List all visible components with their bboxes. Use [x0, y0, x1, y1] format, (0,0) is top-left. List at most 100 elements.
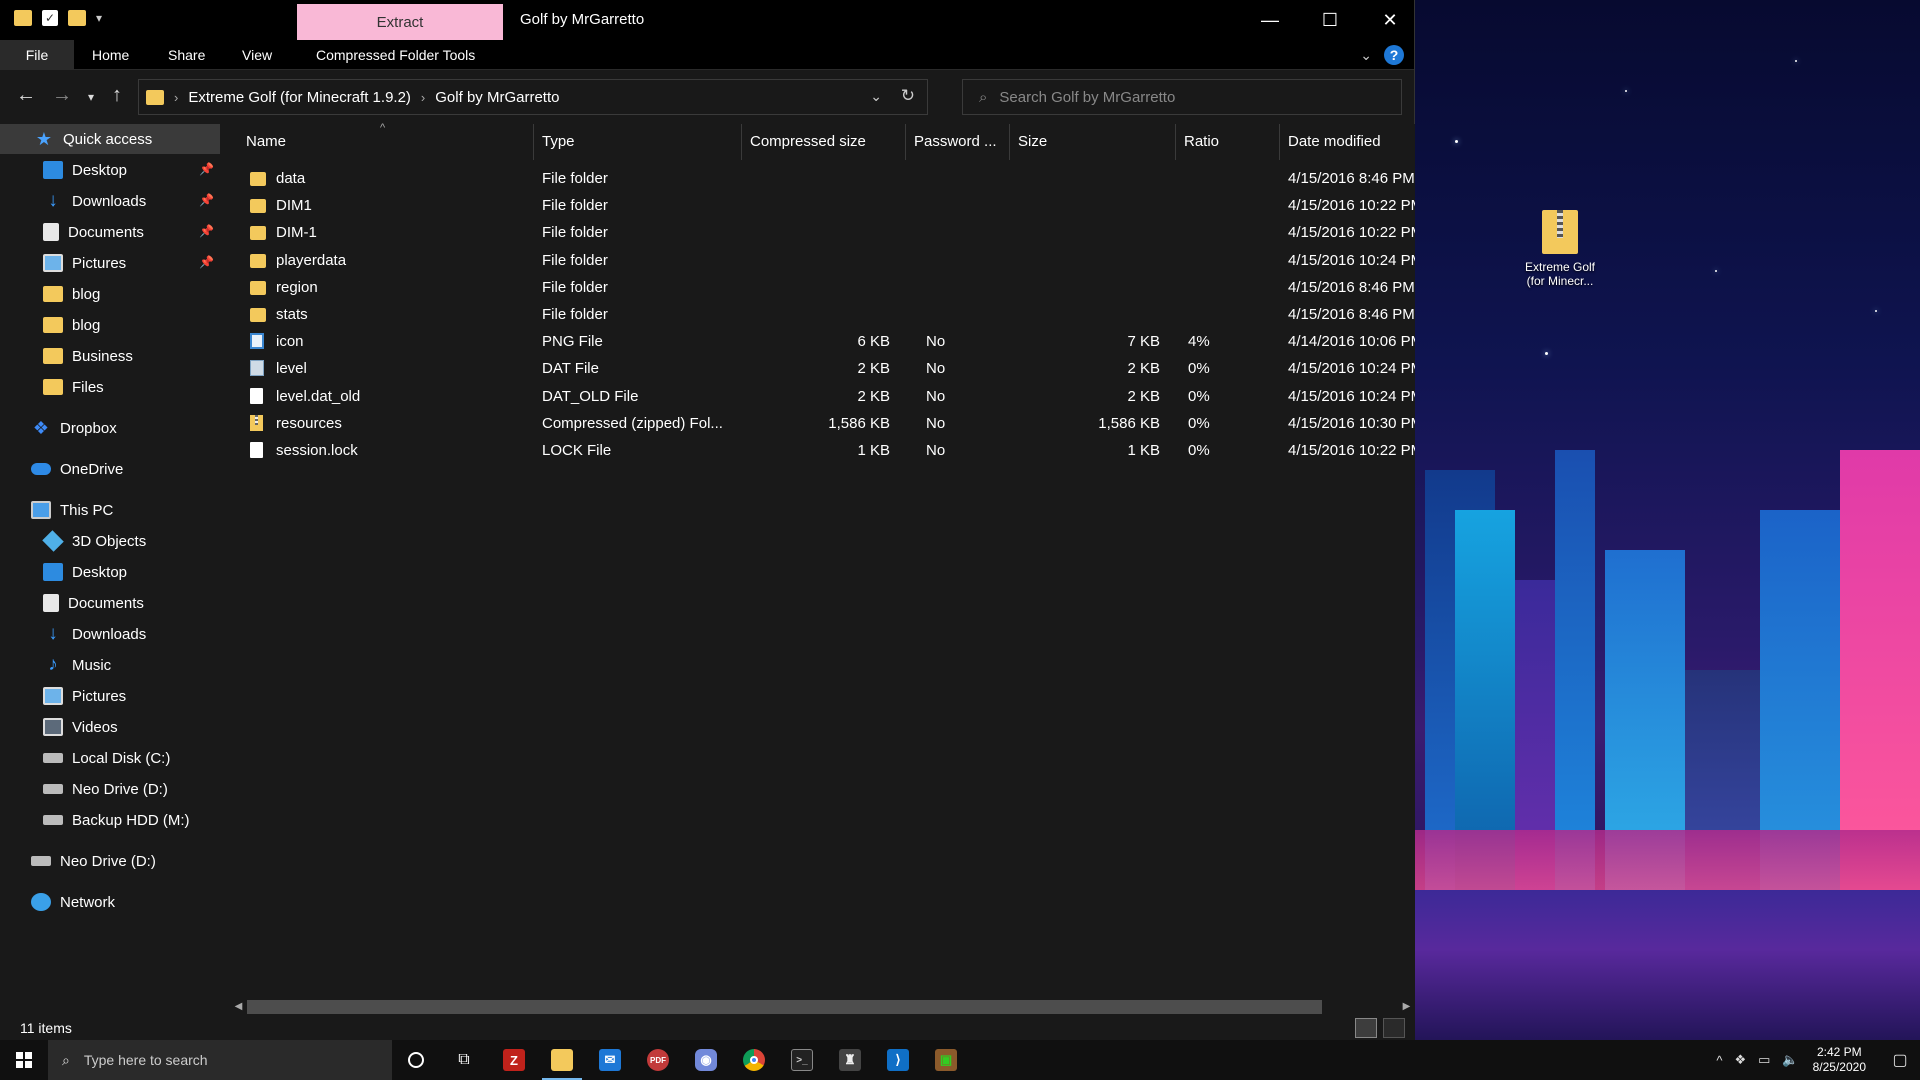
desktop-zip-icon[interactable]: Extreme Golf (for Minecr... — [1515, 210, 1605, 288]
taskbar-app-chrome[interactable] — [730, 1040, 778, 1080]
close-button[interactable]: ✕ — [1360, 0, 1420, 40]
tab-view[interactable]: View — [224, 40, 290, 70]
column-header-password[interactable]: Password ... — [906, 124, 1010, 160]
address-dropdown-icon[interactable]: ⌄ — [870, 88, 882, 105]
new-folder-icon[interactable] — [68, 10, 86, 26]
file-date-modified: 4/15/2016 8:46 PM — [1288, 170, 1415, 187]
taskbar-app-discord[interactable]: ◉ — [682, 1040, 730, 1080]
tab-compressed-folder-tools[interactable]: Compressed Folder Tools — [298, 40, 493, 70]
table-row[interactable]: DIM-1 File folder 4/15/2016 10:22 PM — [222, 219, 1415, 246]
clock[interactable]: 2:42 PM 8/25/2020 — [1813, 1045, 1866, 1075]
pin-icon[interactable]: 📌 — [199, 255, 214, 269]
large-icons-view-button[interactable] — [1383, 1018, 1405, 1038]
properties-icon[interactable]: ✓ — [42, 10, 58, 26]
sidebar-item-neo-drive-d[interactable]: Neo Drive (D:) — [0, 846, 220, 876]
sidebar-item-files[interactable]: Files — [0, 372, 220, 402]
customize-toolbar-icon[interactable]: ▾ — [96, 11, 102, 25]
sidebar-item-blog[interactable]: blog — [0, 279, 220, 309]
table-row[interactable]: region File folder 4/15/2016 8:46 PM — [222, 274, 1415, 301]
taskbar-app-vscode[interactable]: ⟩ — [874, 1040, 922, 1080]
taskbar-app-file-explorer[interactable] — [538, 1040, 586, 1080]
forward-arrow-icon[interactable]: → — [52, 84, 72, 107]
sidebar-item-downloads[interactable]: ↓ Downloads 📌 — [0, 186, 220, 216]
table-row[interactable]: level DAT File 2 KB No 2 KB 0% 4/15/2016 10:24… — [222, 355, 1415, 382]
sidebar-item-3d-objects[interactable]: 3D Objects — [0, 526, 220, 556]
taskbar-app-game[interactable]: ♜ — [826, 1040, 874, 1080]
sidebar-item-neo-drive-d[interactable]: Neo Drive (D:) — [0, 774, 220, 804]
up-arrow-icon[interactable]: ↑ — [112, 84, 122, 107]
sidebar-item-this-pc[interactable]: This PC — [0, 495, 220, 525]
minimize-button[interactable]: — — [1240, 0, 1300, 40]
column-header-name[interactable]: Name — [222, 124, 534, 160]
extract-context-tab[interactable]: Extract — [297, 4, 503, 40]
table-row[interactable]: DIM1 File folder 4/15/2016 10:22 PM — [222, 192, 1415, 219]
downloads-icon: ↓ — [48, 190, 58, 211]
sidebar-item-music[interactable]: ♪ Music — [0, 650, 220, 680]
sidebar-item-blog[interactable]: blog — [0, 310, 220, 340]
sidebar-item-backup-hdd-m[interactable]: Backup HDD (M:) — [0, 805, 220, 835]
taskbar-search[interactable]: ⌕ Type here to search — [48, 1040, 392, 1080]
sidebar-item-pictures[interactable]: Pictures 📌 — [0, 248, 220, 278]
refresh-icon[interactable]: ↻ — [901, 86, 915, 106]
table-row[interactable]: data File folder 4/15/2016 8:46 PM — [222, 165, 1415, 192]
column-header-date-modified[interactable]: Date modified — [1280, 124, 1415, 160]
sidebar-item-downloads[interactable]: ↓ Downloads — [0, 619, 220, 649]
sidebar-item-desktop[interactable]: Desktop — [0, 557, 220, 587]
taskbar-app-pdf[interactable]: PDF — [634, 1040, 682, 1080]
recent-locations-icon[interactable]: ▾ — [88, 90, 94, 104]
details-view-button[interactable] — [1355, 1018, 1377, 1038]
pin-icon[interactable]: 📌 — [199, 193, 214, 207]
tab-share[interactable]: Share — [150, 40, 223, 70]
show-hidden-icons-icon[interactable]: ^ — [1716, 1053, 1722, 1068]
horizontal-scrollbar[interactable]: ◀ ▶ — [230, 998, 1415, 1016]
sidebar-item-business[interactable]: Business — [0, 341, 220, 371]
pin-icon[interactable]: 📌 — [199, 162, 214, 176]
table-row[interactable]: playerdata File folder 4/15/2016 10:24 PM — [222, 247, 1415, 274]
table-row[interactable]: stats File folder 4/15/2016 8:46 PM — [222, 301, 1415, 328]
pin-icon[interactable]: 📌 — [199, 224, 214, 238]
column-header-ratio[interactable]: Ratio — [1176, 124, 1280, 160]
table-row[interactable]: level.dat_old DAT_OLD File 2 KB No 2 KB 0% 4/1… — [222, 383, 1415, 410]
column-header-size[interactable]: Size — [1010, 124, 1176, 160]
sidebar-item-onedrive[interactable]: OneDrive — [0, 454, 220, 484]
cortana-button[interactable] — [392, 1040, 440, 1080]
dropbox-tray-icon[interactable]: ❖ — [1734, 1052, 1746, 1068]
maximize-button[interactable]: ☐ — [1300, 0, 1360, 40]
taskbar-app-minecraft[interactable]: ▣ — [922, 1040, 970, 1080]
notification-center-icon[interactable]: ▢ — [1880, 1040, 1920, 1080]
taskbar-app-mail[interactable]: ✉ — [586, 1040, 634, 1080]
breadcrumb-golf-by-mrgarretto[interactable]: Golf by MrGarretto — [435, 89, 559, 106]
back-arrow-icon[interactable]: ← — [16, 84, 36, 107]
tab-file[interactable]: File — [0, 40, 74, 70]
network-tray-icon[interactable]: ▭ — [1758, 1052, 1770, 1068]
sidebar-item-local-disk-c[interactable]: Local Disk (C:) — [0, 743, 220, 773]
column-header-compressed-size[interactable]: Compressed size — [742, 124, 906, 160]
taskbar-app-terminal[interactable]: >_ — [778, 1040, 826, 1080]
breadcrumb-extreme-golf[interactable]: Extreme Golf (for Minecraft 1.9.2) — [188, 89, 411, 106]
scrollbar-thumb[interactable] — [247, 1000, 1322, 1014]
sidebar-item-dropbox[interactable]: ❖ Dropbox — [0, 413, 220, 443]
expand-ribbon-icon[interactable]: ⌄ — [1360, 47, 1372, 64]
table-row[interactable]: icon PNG File 6 KB No 7 KB 4% 4/14/2016 10:06 … — [222, 328, 1415, 355]
volume-icon[interactable]: 🔈 — [1782, 1052, 1798, 1068]
sidebar-item-quick-access[interactable]: ★ Quick access — [0, 124, 220, 154]
help-icon[interactable]: ? — [1384, 45, 1404, 65]
sidebar-item-pictures[interactable]: Pictures — [0, 681, 220, 711]
task-view-button[interactable]: ⧉ — [440, 1040, 488, 1080]
sidebar-item-videos[interactable]: Videos — [0, 712, 220, 742]
tab-home[interactable]: Home — [74, 40, 147, 70]
sidebar-item-documents[interactable]: Documents 📌 — [0, 217, 220, 247]
scroll-right-icon[interactable]: ▶ — [1398, 998, 1415, 1016]
column-header-type[interactable]: Type — [534, 124, 742, 160]
start-button[interactable] — [0, 1040, 48, 1080]
sidebar-item-documents[interactable]: Documents — [0, 588, 220, 618]
search-box[interactable]: ⌕ — [962, 79, 1402, 115]
sidebar-item-network[interactable]: Network — [0, 887, 220, 917]
search-input[interactable] — [999, 88, 1380, 106]
table-row[interactable]: resources Compressed (zipped) Fol... 1,586… — [222, 410, 1415, 437]
table-row[interactable]: session.lock LOCK File 1 KB No 1 KB 0% 4/15/20… — [222, 437, 1415, 464]
address-bar[interactable]: › Extreme Golf (for Minecraft 1.9.2) › G… — [138, 79, 928, 115]
sidebar-item-desktop[interactable]: Desktop 📌 — [0, 155, 220, 185]
scroll-left-icon[interactable]: ◀ — [230, 998, 247, 1016]
taskbar-app-filezilla[interactable]: Z — [490, 1040, 538, 1080]
